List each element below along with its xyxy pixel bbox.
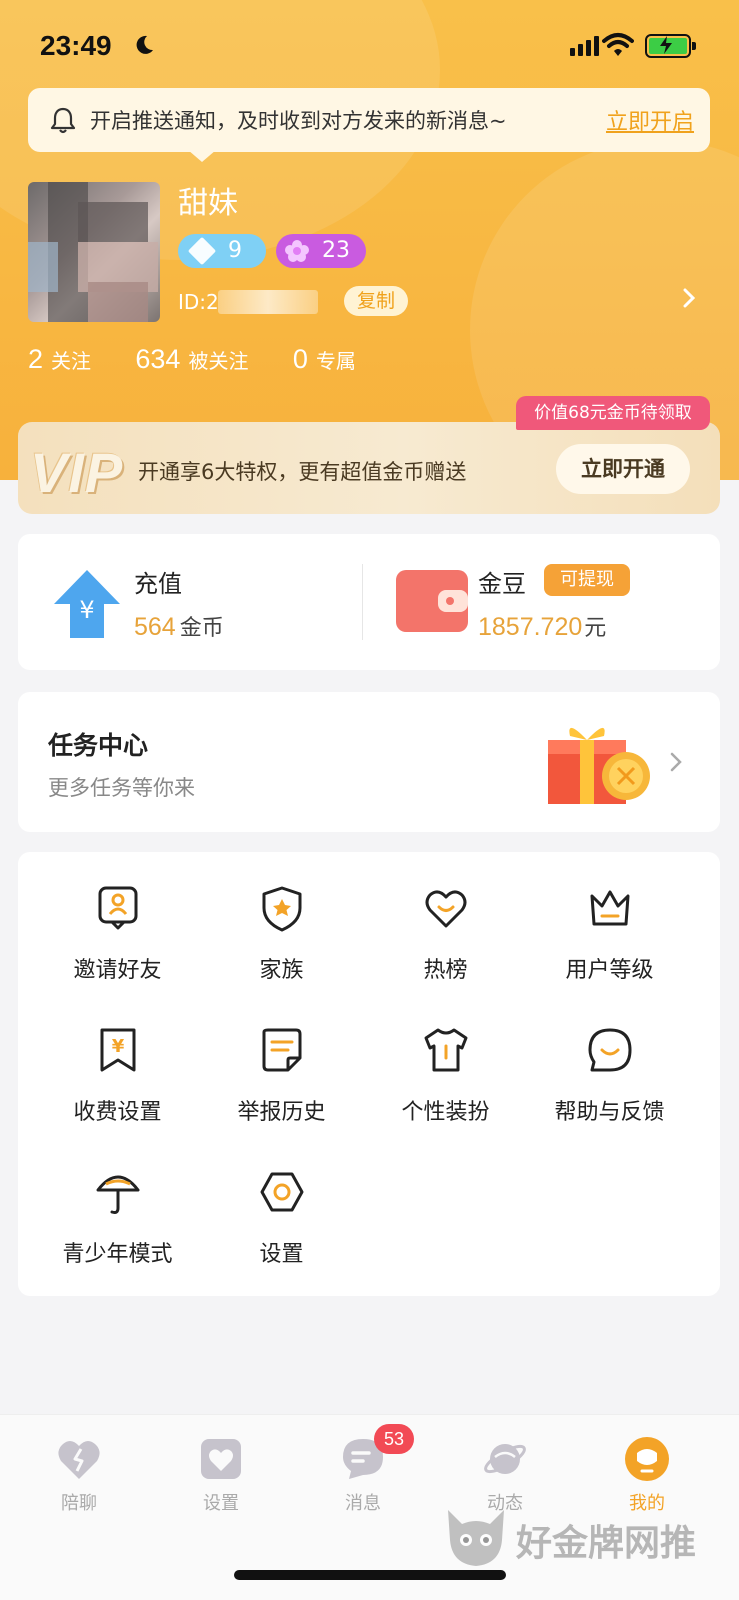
wifi-icon [602, 33, 634, 56]
svg-text:¥: ¥ [79, 596, 94, 624]
heart-icon [425, 890, 467, 928]
menu-settings[interactable]: 设置 [194, 1168, 369, 1288]
message-count-badge: 53 [374, 1424, 414, 1454]
menu-report-history[interactable]: 举报历史 [194, 1026, 369, 1146]
menu-teen-mode[interactable]: 青少年模式 [30, 1168, 205, 1288]
me-icon [625, 1437, 669, 1481]
diamond-level-badge: 9 [178, 234, 266, 268]
follow-stats: 2 关注 634 被关注 0 专属 [28, 344, 394, 375]
menu-hot-list[interactable]: 热榜 [358, 884, 533, 1004]
menu-user-level[interactable]: 用户等级 [522, 884, 697, 1004]
vip-open-button[interactable]: 立即开通 [556, 444, 690, 494]
chat-smile-icon [588, 1028, 632, 1072]
following-count[interactable]: 2 关注 [28, 344, 91, 375]
coin-balance: 564 金币 [134, 613, 224, 641]
flower-level-badge: 23 [276, 234, 366, 268]
menu-fee-settings[interactable]: ¥ 收费设置 [30, 1026, 205, 1146]
bell-icon [50, 107, 76, 134]
home-indicator [234, 1570, 506, 1580]
withdrawable-tag: 可提现 [544, 564, 630, 596]
beans-balance: 1857.720元 [478, 613, 607, 641]
invite-icon [98, 886, 138, 930]
wallet-card: ¥ 充值 564 金币 金豆 可提现 1857.720元 [18, 534, 720, 670]
notification-text: 开启推送通知，及时收到对方发来的新消息~ [90, 109, 507, 133]
user-id-redacted [218, 290, 318, 314]
watermark-text: 好金牌网推 [516, 1523, 697, 1564]
menu-invite-friends[interactable]: 邀请好友 [30, 884, 205, 1004]
divider [362, 564, 363, 640]
heart-square-icon [201, 1439, 241, 1479]
menu-personal-style[interactable]: 个性装扮 [358, 1026, 533, 1146]
copy-id-button[interactable]: 复制 [344, 286, 408, 316]
signal-icon [570, 36, 602, 56]
family-shield-icon [262, 886, 302, 932]
yen-bookmark-icon: ¥ [100, 1028, 136, 1072]
menu-help-feedback[interactable]: 帮助与反馈 [522, 1026, 697, 1146]
gift-icon [548, 727, 650, 804]
enable-push-link[interactable]: 立即开启 [606, 104, 694, 136]
hex-settings-icon [260, 1172, 304, 1212]
watermark: 好金牌网推 [440, 1500, 730, 1570]
task-center-title: 任务中心 [48, 731, 149, 760]
user-id: ID:2 [178, 290, 219, 314]
planet-icon [484, 1444, 526, 1474]
chevron-right-icon[interactable] [682, 288, 696, 308]
username: 甜妹 [178, 186, 238, 221]
flower-icon [285, 240, 309, 262]
followers-count[interactable]: 634 被关注 [135, 344, 248, 375]
vip-coin-tag: 价值68元金币待领取 [516, 396, 710, 430]
broken-heart-icon [58, 1440, 100, 1479]
tshirt-icon [424, 1028, 468, 1072]
tab-settings[interactable]: 设置 [166, 1435, 276, 1515]
status-bar: 23:49 [0, 26, 739, 66]
recharge-icon[interactable]: ¥ [50, 566, 124, 642]
menu-family[interactable]: 家族 [194, 884, 369, 1004]
recharge-title[interactable]: 充值 [134, 564, 182, 599]
status-time: 23:49 [40, 30, 112, 61]
push-notification-banner: 开启推送通知，及时收到对方发来的新消息~ 立即开启 [28, 88, 710, 162]
wallet-icon[interactable] [394, 568, 470, 634]
vip-description: 开通享6大特权，更有超值金币赠送 [138, 460, 467, 484]
umbrella-icon [96, 1175, 140, 1214]
task-center-card[interactable]: 任务中心 更多任务等你来 [18, 692, 720, 832]
battery-icon [645, 34, 696, 58]
moon-icon [136, 35, 153, 54]
avatar[interactable] [28, 182, 160, 322]
tab-chat[interactable]: 陪聊 [24, 1435, 134, 1515]
cat-logo-icon [448, 1510, 504, 1566]
exclusive-count[interactable]: 0 专属 [293, 344, 356, 375]
vip-banner[interactable]: VIP 开通享6大特权，更有超值金币赠送 立即开通 [18, 422, 720, 514]
crown-icon [590, 890, 630, 926]
task-center-subtitle: 更多任务等你来 [48, 776, 195, 800]
report-document-icon [262, 1028, 302, 1072]
vip-logo: VIP [30, 441, 124, 504]
svg-text:¥: ¥ [112, 1036, 125, 1057]
function-grid: 邀请好友 家族 热榜 用户等级 ¥ 收费设置 举报历史 个性装扮 帮助与反馈 青… [18, 852, 720, 1296]
gold-beans-title[interactable]: 金豆 [478, 564, 526, 599]
chevron-right-icon [670, 752, 682, 772]
diamond-icon [187, 236, 217, 266]
